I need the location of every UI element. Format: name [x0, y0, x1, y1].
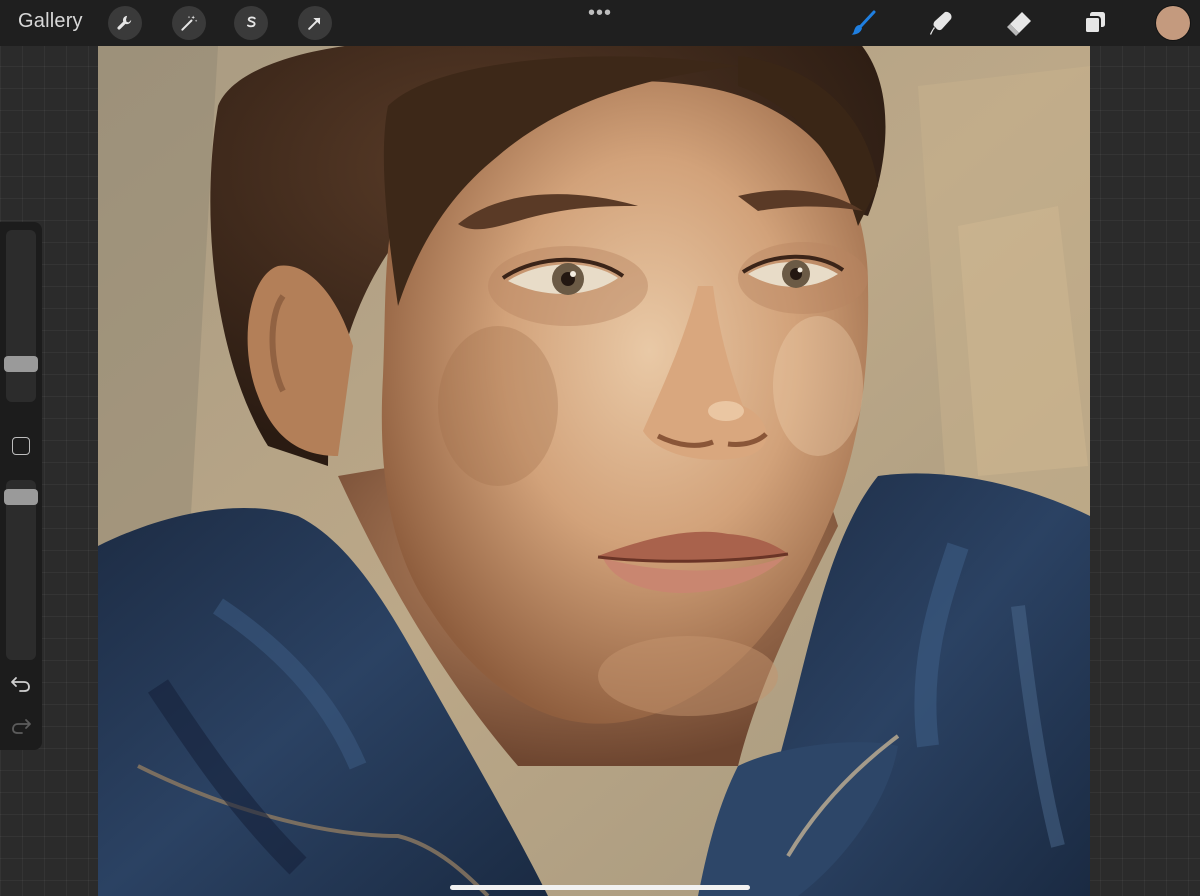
selection-button[interactable]	[234, 6, 268, 40]
undo-icon	[11, 677, 30, 692]
opacity-slider[interactable]	[6, 480, 36, 660]
eraser-icon	[1007, 12, 1031, 36]
eraser-tool-button[interactable]	[1002, 6, 1036, 40]
smudge-tool-button[interactable]	[924, 6, 958, 40]
home-indicator[interactable]	[450, 885, 750, 890]
transform-button[interactable]	[298, 6, 332, 40]
color-swatch-button[interactable]	[1156, 6, 1190, 40]
modify-button[interactable]	[12, 437, 30, 455]
layers-icon	[1084, 12, 1105, 34]
selection-s-icon	[247, 16, 256, 28]
drawing-canvas[interactable]	[98, 46, 1090, 896]
brush-tool-button[interactable]	[846, 6, 880, 40]
brush-icon	[851, 10, 876, 35]
gallery-button[interactable]: Gallery	[18, 10, 83, 33]
left-sidebar	[0, 222, 42, 750]
redo-button[interactable]	[10, 714, 32, 736]
opacity-handle[interactable]	[4, 489, 38, 505]
layers-button[interactable]	[1078, 6, 1112, 40]
magic-wand-icon	[181, 15, 198, 31]
adjustments-button[interactable]	[172, 6, 206, 40]
wrench-icon	[117, 15, 132, 30]
brush-size-handle[interactable]	[4, 356, 38, 372]
undo-button[interactable]	[10, 672, 32, 694]
brush-size-slider[interactable]	[6, 230, 36, 402]
top-toolbar: Gallery •••	[0, 0, 1200, 46]
actions-button[interactable]	[108, 6, 142, 40]
more-options-button[interactable]: •••	[588, 2, 612, 25]
portrait-painting	[98, 46, 1090, 896]
arrow-cursor-icon	[308, 17, 321, 30]
redo-icon	[12, 719, 31, 734]
smudge-icon	[930, 11, 952, 35]
